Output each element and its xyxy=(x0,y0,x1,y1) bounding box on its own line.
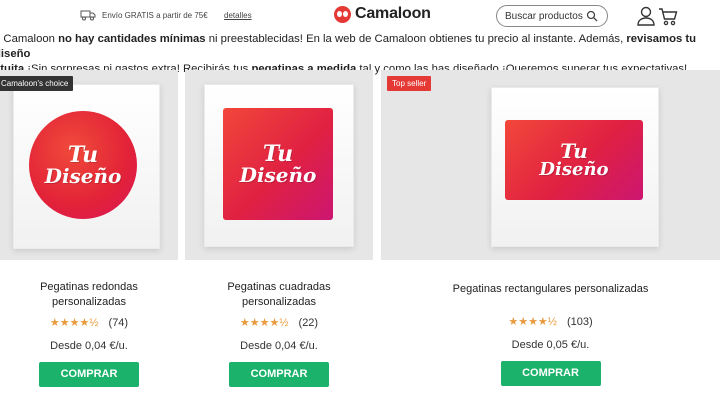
product-title[interactable]: Pegatinas rectangulares personalizadas xyxy=(381,282,720,297)
product-title-line: Pegatinas redondas xyxy=(40,281,138,293)
truck-icon xyxy=(80,10,96,21)
product-rating: ★★★★½ (22) xyxy=(185,316,373,330)
buy-button[interactable]: COMPRAR xyxy=(39,362,139,387)
logo-mark-icon xyxy=(334,5,351,23)
product-title-line: personalizadas xyxy=(242,296,316,308)
product-price: Desde 0,04 €/u. xyxy=(240,340,318,352)
shipping-text: Envío GRATIS a partir de 75€ xyxy=(102,10,208,20)
product-image-square[interactable]: Tu Diseño xyxy=(185,70,373,260)
star-rating-icon: ★★★★½ xyxy=(508,316,557,328)
product-card-rectangular: Pegatinas rectangulares personalizadas ★… xyxy=(381,282,720,386)
square-sticker: Tu Diseño xyxy=(223,108,333,220)
star-rating-icon: ★★★★½ xyxy=(49,317,99,329)
free-shipping-banner: Envío GRATIS a partir de 75€ xyxy=(80,9,208,21)
intro-text: ni preestablecidas! En la web de Camaloo… xyxy=(205,33,627,45)
sticker-text: Tu xyxy=(262,141,294,167)
site-header: Envío GRATIS a partir de 75€ detalles Ca… xyxy=(0,0,720,32)
review-count: (103) xyxy=(566,315,593,328)
sticker-text: Diseño xyxy=(44,164,122,188)
rectangular-sticker: Tu Diseño xyxy=(505,120,643,200)
product-image-round[interactable]: Tu Diseño Camaloon's choice xyxy=(0,70,178,260)
product-card-round: Pegatinas redondas personalizadas ★★★★½ … xyxy=(0,280,178,387)
shopping-cart-icon[interactable] xyxy=(658,7,678,26)
review-count: (22) xyxy=(298,316,319,329)
product-title-line: personalizadas xyxy=(52,296,126,308)
product-title[interactable]: Pegatinas cuadradas personalizadas xyxy=(185,280,373,310)
round-sticker: Tu Diseño xyxy=(29,111,137,219)
search-placeholder: Buscar productos xyxy=(505,10,583,22)
user-account-icon[interactable] xyxy=(636,6,656,26)
product-title-line: Pegatinas rectangulares personalizadas xyxy=(452,283,649,295)
badge-camaloons-choice: Camaloon's choice xyxy=(0,76,74,91)
intro-line-1: n Camaloon no hay cantidades mínimas ni … xyxy=(0,32,720,62)
product-title-line: Pegatinas cuadradas xyxy=(227,281,331,293)
product-price: Desde 0,05 €/u. xyxy=(511,339,590,351)
product-rating: ★★★★½ (74) xyxy=(0,316,178,330)
intro-bold-text: no hay cantidades mínimas xyxy=(58,33,206,45)
logo-text: Camaloon xyxy=(355,5,431,22)
search-input[interactable]: Buscar productos xyxy=(496,5,608,27)
review-count: (74) xyxy=(108,316,129,329)
sticker-text: Diseño xyxy=(539,159,609,180)
search-icon[interactable] xyxy=(586,10,598,22)
sticker-text: Tu xyxy=(67,142,99,168)
star-rating-icon: ★★★★½ xyxy=(239,317,289,329)
product-title[interactable]: Pegatinas redondas personalizadas xyxy=(0,280,178,310)
camaloon-logo[interactable]: Camaloon xyxy=(334,5,431,23)
badge-top-seller: Top seller xyxy=(387,76,432,91)
intro-text: n Camaloon xyxy=(0,33,59,45)
product-price: Desde 0,04 €/u. xyxy=(50,340,128,352)
sticker-text: Diseño xyxy=(239,163,317,187)
details-link[interactable]: detalles xyxy=(224,11,252,20)
buy-button[interactable]: COMPRAR xyxy=(229,362,329,387)
product-image-rectangular[interactable]: Tu Diseño Top seller xyxy=(381,70,720,260)
product-rating: ★★★★½ (103) xyxy=(381,315,720,329)
sticker-text: Tu xyxy=(560,139,588,163)
buy-button[interactable]: COMPRAR xyxy=(500,361,601,386)
product-card-square: Pegatinas cuadradas personalizadas ★★★★½… xyxy=(185,280,373,387)
